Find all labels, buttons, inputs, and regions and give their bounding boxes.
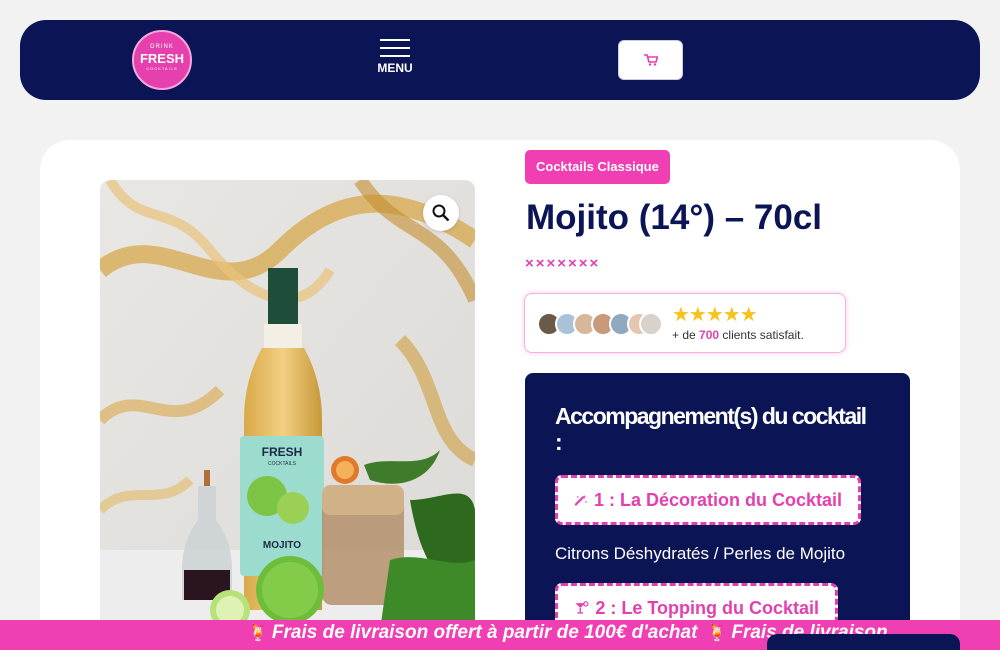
brand-logo[interactable]: DRINK FRESH COCKTAILS	[132, 30, 192, 90]
avatar	[639, 312, 663, 336]
logo-brand: FRESH	[139, 51, 185, 66]
cocktail-glass-icon	[575, 601, 589, 614]
decorative-crosses: ×××××××	[525, 255, 601, 272]
menu-label: MENU	[377, 61, 413, 75]
cocktail-icon: 🍹	[248, 625, 268, 642]
magic-wand-icon	[574, 494, 587, 506]
rating-suffix: clients satisfait.	[722, 328, 804, 342]
hamburger-icon-bar	[380, 47, 410, 49]
social-proof-box: ★★★★★ + de 700 clients satisfait.	[524, 293, 846, 353]
hamburger-icon	[380, 39, 410, 41]
magnifier-icon	[432, 204, 450, 222]
hamburger-icon-bar	[380, 55, 410, 57]
accompaniment-panel: Accompagnement(s) du cocktail : 1 : La D…	[525, 373, 910, 650]
rating-caption: + de 700 clients satisfait.	[672, 328, 804, 342]
bottle-flavor-text: MOJITO	[263, 540, 301, 551]
logo-line1: DRINK	[150, 44, 174, 50]
ticker-message: Frais de livraison offert à partir de 10…	[271, 622, 698, 643]
rating-stars: ★★★★★	[672, 304, 758, 326]
accompaniment-heading: Accompagnement(s) du cocktail :	[555, 403, 867, 455]
mojito-product-photo: FRESH COCKTAILS MOJITO	[100, 180, 475, 630]
decoration-option-button[interactable]: 1 : La Décoration du Cocktail	[555, 475, 861, 525]
rating-prefix: + de	[672, 328, 696, 342]
chat-widget-tab[interactable]	[767, 634, 960, 650]
cart-button[interactable]	[618, 40, 683, 80]
menu-button[interactable]: MENU	[375, 39, 415, 75]
bottle-sub-text: COCKTAILS	[268, 461, 297, 467]
topping-option-label: 2 : Le Topping du Cocktail	[595, 597, 819, 618]
top-navigation-bar: DRINK FRESH COCKTAILS MENU	[20, 20, 980, 100]
category-badge[interactable]: Cocktails Classique	[525, 150, 670, 184]
logo-line3: COCKTAILS	[146, 66, 178, 71]
decoration-option-label: 1 : La Décoration du Cocktail	[593, 489, 842, 510]
decoration-option-description: Citrons Déshydratés / Perles de Mojito	[555, 544, 846, 563]
cart-icon	[643, 54, 658, 66]
zoom-button[interactable]	[423, 195, 459, 231]
bottle-brand-text: FRESH	[262, 445, 303, 459]
product-image[interactable]: FRESH COCKTAILS MOJITO	[100, 180, 475, 630]
rating-count: 700	[699, 328, 720, 342]
cocktail-icon: 🍹	[707, 625, 728, 642]
product-title: Mojito (14°) – 70cl	[526, 198, 823, 237]
